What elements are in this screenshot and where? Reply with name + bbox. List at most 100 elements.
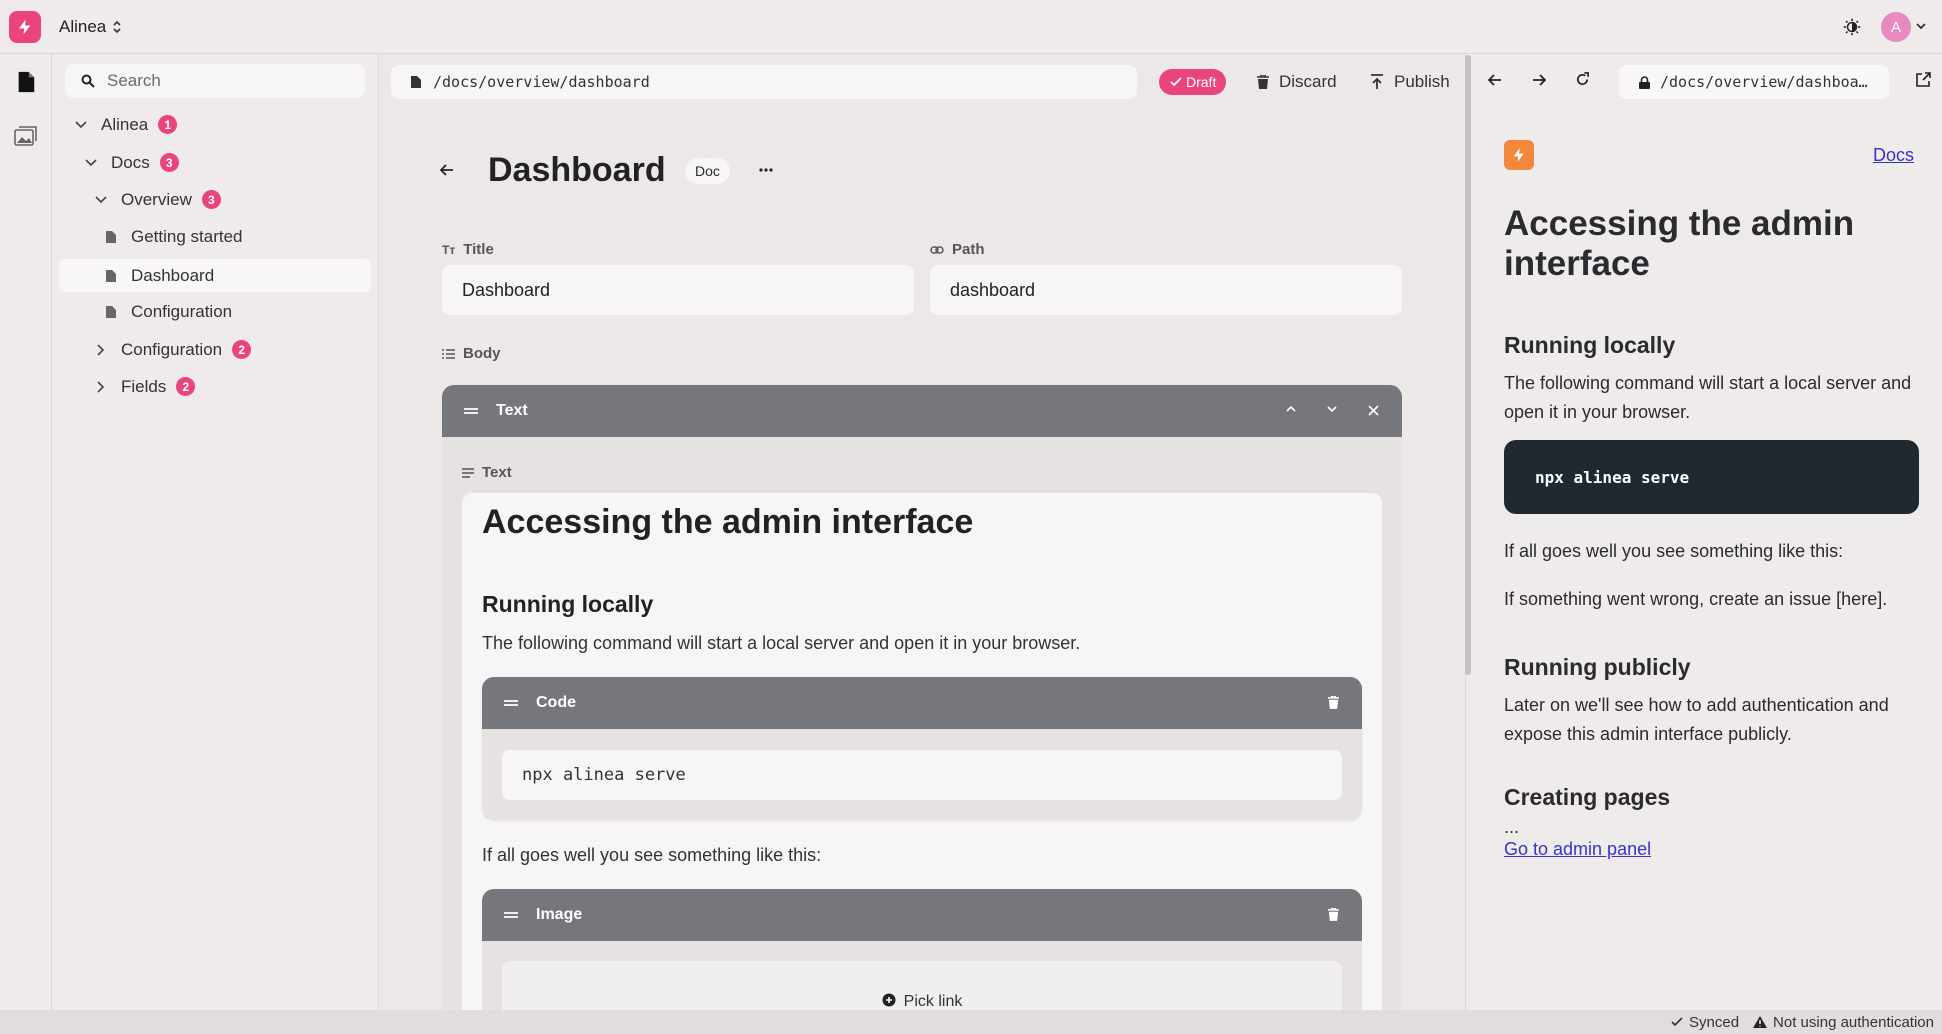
workspace-switcher[interactable]: Alinea (59, 14, 122, 40)
tree-item-configuration-page[interactable]: Configuration (103, 295, 373, 328)
chevron-right-icon (93, 380, 109, 393)
forward-arrow-icon[interactable] (1532, 74, 1546, 86)
discard-button[interactable]: Discard (1257, 68, 1337, 96)
count-badge: 2 (176, 377, 196, 396)
code-block-header[interactable]: Code (482, 677, 1362, 729)
sync-status: Synced (1671, 1014, 1739, 1031)
chevron-down-icon[interactable] (1915, 20, 1927, 32)
tree-item-fields[interactable]: Fields 2 (93, 370, 373, 403)
title-field-label: Tт Title (442, 241, 494, 258)
code-block: Code npx alinea serve (482, 677, 1362, 820)
chevron-up-down-icon (112, 20, 122, 34)
warning-icon (1753, 1016, 1768, 1028)
publish-button[interactable]: Publish (1370, 68, 1450, 96)
status-badge[interactable]: Draft (1159, 69, 1227, 95)
trash-icon[interactable] (1328, 908, 1339, 921)
entry-editor: /docs/overview/dashboard Draft Discard P… (379, 54, 1466, 1010)
tree-item-label: Dashboard (131, 265, 215, 285)
text-field-label: Text (462, 464, 512, 481)
file-icon (103, 305, 119, 318)
tree-item-label: Configuration (121, 339, 223, 359)
rte-heading-1[interactable]: Accessing the admin interface (482, 503, 973, 542)
upload-icon (1370, 74, 1384, 90)
chevron-down-icon (83, 158, 99, 167)
content-tree-sidebar: Alinea 1 Docs 3 Overview 3 Getting start… (52, 54, 379, 1010)
back-arrow-icon[interactable] (440, 164, 454, 176)
move-down-icon[interactable] (1326, 405, 1338, 413)
content-file-icon[interactable] (10, 66, 42, 98)
tree-item-label: Docs (111, 152, 150, 172)
search-box[interactable] (65, 64, 365, 98)
more-options-icon[interactable] (759, 168, 773, 172)
chevron-right-icon (93, 343, 109, 356)
rte-heading-2[interactable]: Running locally (482, 591, 653, 618)
preview-heading-creating-pages: Creating pages (1504, 784, 1671, 810)
app-logo-icon[interactable] (9, 11, 41, 43)
plus-circle-icon (882, 993, 896, 1010)
link-icon (930, 245, 944, 255)
search-input[interactable] (107, 71, 347, 91)
file-icon (103, 269, 119, 282)
page-title: Dashboard (488, 151, 666, 189)
tree-item-dashboard[interactable]: Dashboard (59, 259, 371, 292)
theme-toggle-icon[interactable] (1840, 15, 1864, 39)
media-library-icon[interactable] (10, 120, 42, 152)
reload-icon[interactable] (1575, 72, 1590, 87)
tree-item-configuration[interactable]: Configuration 2 (93, 333, 373, 366)
pick-link-button[interactable]: Pick link (502, 961, 1342, 1010)
admin-panel-link[interactable]: Go to admin panel (1504, 837, 1919, 861)
icon-rail (0, 54, 52, 1010)
auth-status: Not using authentication (1753, 1014, 1934, 1031)
entry-url: /docs/overview/dashboard (433, 73, 650, 91)
preview-paragraph: Later on we'll see how to add authentica… (1504, 695, 1889, 744)
preview-paragraph: ... (1504, 817, 1520, 837)
tree-item-docs[interactable]: Docs 3 (83, 146, 373, 179)
text-lines-icon (462, 467, 474, 478)
avatar[interactable]: A (1881, 12, 1911, 42)
drag-handle-icon[interactable] (504, 699, 518, 707)
pick-link-label: Pick link (903, 993, 963, 1010)
rich-text-editor[interactable]: Accessing the admin interface Running lo… (462, 493, 1382, 1010)
block-title: Code (536, 694, 576, 711)
image-block-header[interactable]: Image (482, 889, 1362, 941)
discard-label: Discard (1279, 72, 1337, 91)
preview-paragraph: If something went wrong, create an issue… (1504, 589, 1888, 609)
text-block-header[interactable]: Text (442, 385, 1402, 437)
move-up-icon[interactable] (1285, 405, 1297, 413)
block-title: Image (536, 906, 583, 923)
tree-item-label: Alinea (101, 114, 149, 134)
type-badge: Doc (685, 158, 730, 184)
tree-item-alinea[interactable]: Alinea 1 (73, 108, 373, 141)
tree-item-label: Configuration (131, 301, 233, 321)
text-type-icon: Tт (442, 242, 456, 257)
title-field[interactable]: Dashboard (442, 265, 914, 315)
external-link-icon[interactable] (1916, 72, 1931, 87)
status-label: Draft (1186, 74, 1217, 90)
entry-url-bar[interactable]: /docs/overview/dashboard (391, 65, 1137, 99)
preview-paragraph: If all goes well you see something like … (1504, 541, 1844, 561)
preview-toolbar: /docs/overview/dashboa… (1472, 54, 1942, 110)
path-field[interactable]: dashboard (930, 265, 1402, 315)
trash-icon[interactable] (1328, 696, 1339, 709)
status-bar: Synced Not using authentication (0, 1010, 1942, 1034)
count-badge: 3 (159, 153, 179, 172)
rte-paragraph[interactable]: The following command will start a local… (482, 633, 1080, 654)
drag-handle-icon[interactable] (464, 407, 478, 415)
back-arrow-icon[interactable] (1488, 74, 1502, 86)
trash-icon (1257, 75, 1269, 89)
check-icon (1170, 77, 1182, 87)
rte-paragraph[interactable]: If all goes well you see something like … (482, 845, 821, 866)
close-icon[interactable] (1368, 405, 1379, 416)
count-badge: 3 (201, 190, 221, 209)
tree-item-overview[interactable]: Overview 3 (93, 183, 373, 216)
tree-item-label: Getting started (131, 226, 243, 246)
file-icon (103, 230, 119, 243)
preview-url-bar[interactable]: /docs/overview/dashboa… (1619, 65, 1889, 99)
tree-item-getting-started[interactable]: Getting started (103, 220, 373, 253)
count-badge: 2 (232, 340, 252, 359)
file-icon (411, 76, 421, 88)
preview-url: /docs/overview/dashboa… (1660, 73, 1868, 91)
editor-scrollbar[interactable] (1465, 55, 1471, 675)
drag-handle-icon[interactable] (504, 911, 518, 919)
code-input[interactable]: npx alinea serve (502, 750, 1342, 800)
